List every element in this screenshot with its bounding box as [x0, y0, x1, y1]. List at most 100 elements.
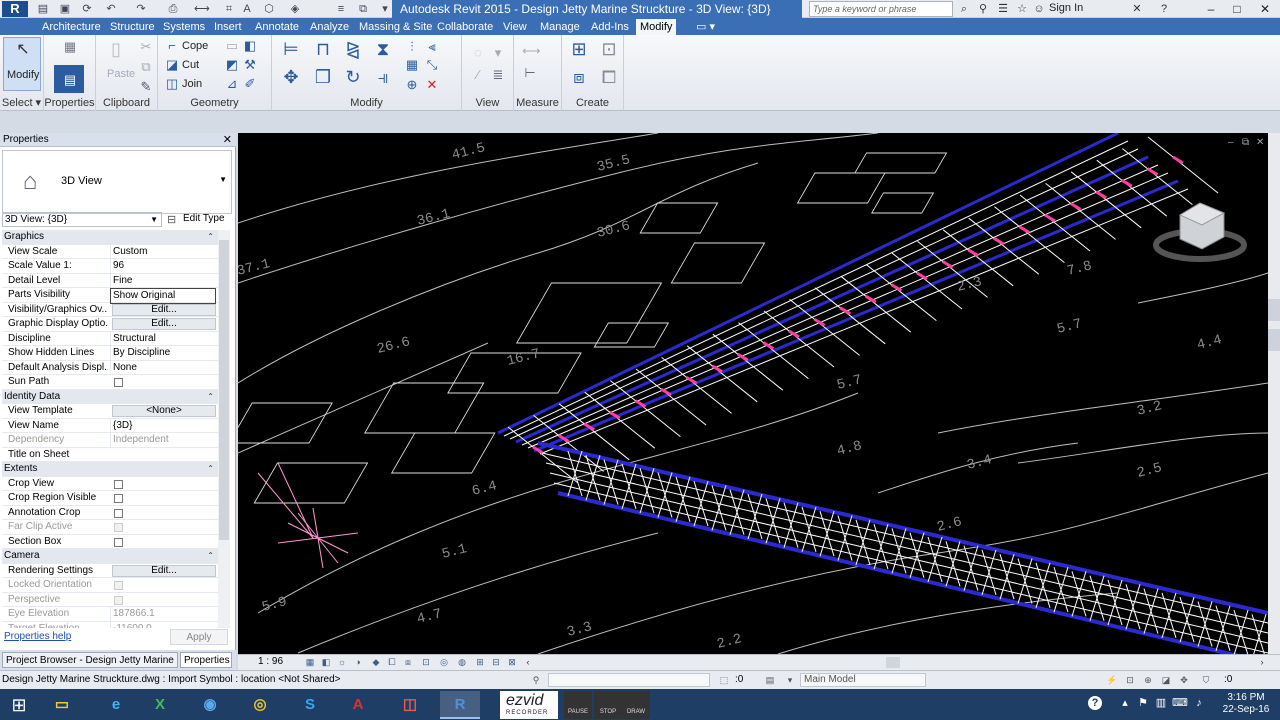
copy-icon[interactable]: ⧉	[138, 59, 154, 75]
properties-button[interactable]: ▤	[54, 65, 84, 93]
split-icon[interactable]: ⫶	[404, 39, 420, 55]
close-icon[interactable]: ✕	[223, 133, 232, 147]
hide-icon[interactable]: ◌	[470, 45, 486, 61]
property-checkbox[interactable]	[114, 494, 123, 503]
default-3d-icon[interactable]: ⬡	[262, 2, 276, 16]
exchange-apps-icon[interactable]: ✕	[1130, 2, 1144, 16]
tab-analyze[interactable]: Analyze	[306, 19, 353, 35]
select-underlay-icon[interactable]: ⊡	[1124, 674, 1136, 686]
tab-add-ins[interactable]: Add-Ins	[587, 19, 633, 35]
property-edit-button[interactable]: Edit...	[112, 318, 216, 330]
view-cube[interactable]	[1153, 202, 1247, 262]
group-camera[interactable]: Camera ⌃	[2, 549, 218, 564]
property-value[interactable]: By Discipline	[110, 346, 216, 360]
type-properties-icon[interactable]: ▦	[59, 39, 81, 61]
pause-button[interactable]: PAUSE	[564, 691, 592, 719]
create-assembly-icon[interactable]: ⊞	[568, 40, 590, 63]
minimize-button[interactable]: –	[1198, 0, 1224, 18]
tab-systems[interactable]: Systems	[159, 19, 209, 35]
search-icon[interactable]: ⚲	[976, 2, 990, 16]
create-similar-icon[interactable]: ⧠	[598, 68, 620, 91]
shadows-icon[interactable]: ◑	[352, 656, 364, 668]
property-checkbox[interactable]	[114, 508, 123, 518]
property-value[interactable]: Custom	[110, 244, 216, 259]
sign-in-link[interactable]: Sign In	[1049, 2, 1083, 14]
tab-properties[interactable]: Properties	[180, 652, 232, 668]
scroll-right-icon[interactable]: ›	[1256, 656, 1268, 668]
tab-structure[interactable]: Structure	[106, 19, 159, 35]
match-properties-icon[interactable]: ✎	[138, 79, 154, 95]
mirror-draw-icon[interactable]: ⧗	[372, 40, 394, 63]
split-gap-icon[interactable]: ⫷	[424, 39, 440, 55]
revit-taskbar-icon[interactable]: R	[440, 691, 480, 719]
paste-icon[interactable]: ▯	[108, 40, 124, 58]
scale-icon[interactable]: ⤡	[424, 57, 440, 73]
viewport-close-icon[interactable]: ✕	[1256, 137, 1264, 148]
property-value[interactable]: Fine	[110, 273, 216, 288]
user-icon[interactable]: ☺	[1032, 2, 1046, 16]
drag-elements-icon[interactable]: ✥	[1178, 674, 1190, 686]
cut-clipboard-icon[interactable]: ✂	[138, 39, 154, 55]
volume-icon[interactable]: ♪	[1192, 696, 1206, 710]
show-hidden-icons-icon[interactable]: ▴	[1118, 696, 1132, 710]
select-pinned-icon[interactable]: ⊕	[1142, 674, 1154, 686]
help-tray-icon[interactable]: ?	[1088, 696, 1102, 710]
view-override-icon[interactable]: ≣	[490, 67, 506, 83]
property-checkbox[interactable]	[114, 378, 123, 387]
worksets-icon[interactable]: ⬚	[718, 674, 730, 686]
split-face-icon[interactable]: ◧	[242, 38, 258, 54]
binoculars-icon[interactable]: ⌕	[957, 2, 971, 16]
print-icon[interactable]: ⎙	[166, 2, 180, 16]
property-value[interactable]: {3D}	[110, 418, 216, 433]
apply-button[interactable]: Apply	[170, 629, 228, 645]
cut-button[interactable]: Cut	[182, 59, 199, 71]
tab-annotate[interactable]: Annotate	[251, 19, 303, 35]
collapse-icon[interactable]: ⌃	[207, 390, 214, 404]
group-identity-data[interactable]: Identity Data ⌃	[2, 389, 218, 404]
delete-icon[interactable]: ✕	[424, 77, 440, 93]
tab-collaborate[interactable]: Collaborate	[433, 19, 497, 35]
horizontal-scroll-thumb[interactable]	[886, 657, 900, 668]
ribbon-minimize-icon[interactable]: ▭ ▾	[692, 19, 719, 35]
sync-icon[interactable]: ⟳	[80, 2, 94, 16]
windows-start-icon[interactable]: ⊞	[4, 693, 34, 717]
close-button[interactable]: ✕	[1252, 0, 1278, 18]
redo-icon[interactable]: ↷	[134, 2, 148, 16]
create-group-icon[interactable]: ⧈	[568, 68, 590, 91]
rotate-icon[interactable]: ↻	[342, 68, 364, 91]
clock[interactable]: 3:16 PM 22-Sep-16	[1218, 692, 1274, 716]
mirror-axis-icon[interactable]: ⧎	[342, 40, 364, 63]
instance-filter[interactable]: 3D View: {3D} ▼	[2, 212, 162, 227]
design-options-icon[interactable]: ▤	[764, 674, 776, 686]
temp-hide-icon[interactable]: ◎	[438, 656, 450, 668]
detail-level-icon[interactable]: ▦	[304, 656, 316, 668]
undo-icon[interactable]: ↶	[104, 2, 118, 16]
worksharing-icon[interactable]: ⚲	[530, 674, 542, 686]
offset-icon[interactable]: ⊓	[312, 40, 334, 63]
skype-icon[interactable]: S	[290, 691, 330, 719]
help-icon[interactable]: ?	[1157, 2, 1171, 16]
property-value[interactable]: None	[110, 360, 216, 375]
design-options-combo-icon[interactable]: ▾	[784, 674, 796, 686]
tab-manage[interactable]: Manage	[536, 19, 584, 35]
tab-architecture[interactable]: Architecture	[38, 19, 105, 35]
open-icon[interactable]: ▤	[36, 2, 50, 16]
tab-project-browser[interactable]: Project Browser - Design Jetty Marine St…	[2, 652, 178, 668]
visual-style-icon[interactable]: ◧	[320, 656, 332, 668]
measure-icon[interactable]: ⟷	[194, 2, 210, 16]
browser-icon[interactable]: ◉	[190, 691, 230, 719]
tab-insert[interactable]: Insert	[210, 19, 246, 35]
modify-button[interactable]: ↖ Modify	[3, 37, 41, 91]
constraints-icon[interactable]: ⊠	[506, 656, 518, 668]
zoom-icon[interactable]	[1268, 329, 1280, 351]
dimension-icon[interactable]: ⊢	[522, 65, 538, 81]
excel-icon[interactable]: X	[140, 691, 180, 719]
move-icon[interactable]: ✥	[280, 68, 302, 91]
design-option-combo[interactable]: Main Model	[800, 673, 926, 687]
trim-extend-icon[interactable]: ⫣	[372, 68, 394, 91]
workset-combo[interactable]	[548, 673, 710, 687]
select-links-icon[interactable]: ⚡	[1106, 674, 1118, 686]
filter-icon[interactable]: ⛉	[1200, 674, 1212, 686]
create-parts-icon[interactable]: ⊡	[598, 40, 620, 63]
tab-modify[interactable]: Modify	[636, 19, 677, 35]
